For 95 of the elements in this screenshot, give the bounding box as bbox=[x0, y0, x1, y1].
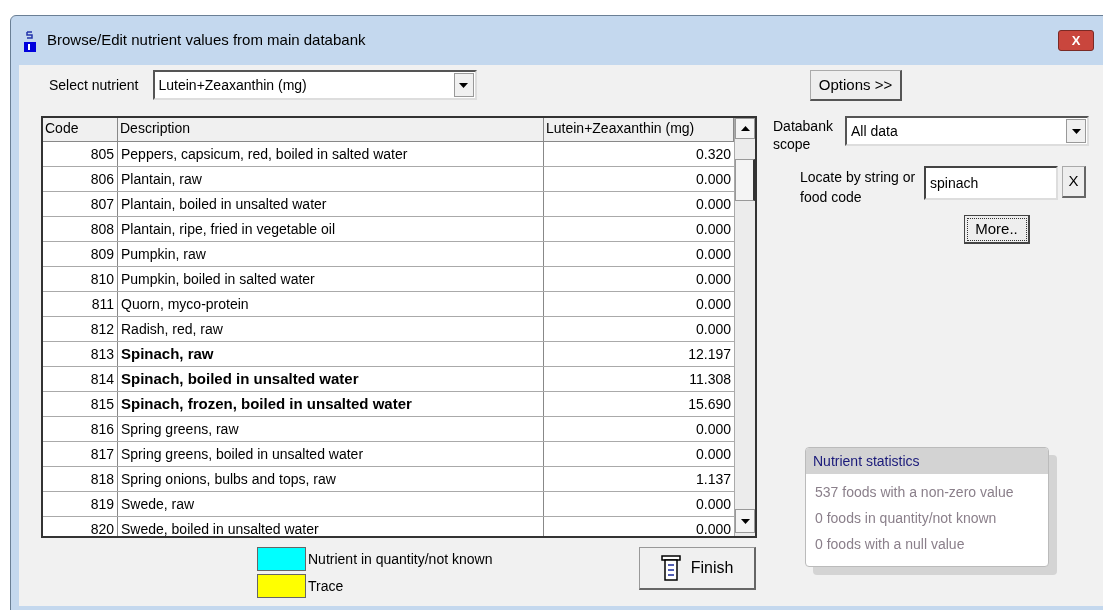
table-cell: 816 bbox=[43, 417, 118, 441]
table-cell: Pumpkin, boiled in salted water bbox=[118, 267, 544, 291]
legend-label: Nutrient in quantity/not known bbox=[308, 549, 493, 569]
column-header[interactable]: Description bbox=[118, 118, 544, 141]
table-cell: Swede, raw bbox=[118, 492, 544, 516]
table-cell-text: 1.137 bbox=[694, 470, 732, 489]
table-cell-text: 15.690 bbox=[687, 395, 732, 414]
app-icon bbox=[23, 30, 37, 53]
table-row[interactable]: 819 Swede, raw 0.000 bbox=[43, 492, 734, 517]
down-arrow-icon bbox=[459, 82, 468, 88]
table-cell-text: 12.197 bbox=[687, 345, 732, 364]
table-cell: Spinach, boiled in unsalted water bbox=[118, 367, 544, 391]
table-cell: 808 bbox=[43, 217, 118, 241]
table-cell: Plantain, boiled in unsalted water bbox=[118, 192, 544, 216]
dropdown-button[interactable] bbox=[453, 73, 474, 97]
table-cell-text: 0.000 bbox=[694, 495, 732, 514]
table-cell: Pumpkin, raw bbox=[118, 242, 544, 266]
scroll-up-button[interactable] bbox=[735, 118, 755, 139]
table-cell: 815 bbox=[43, 392, 118, 416]
column-header[interactable]: Code bbox=[43, 118, 118, 141]
close-button[interactable]: X bbox=[1058, 30, 1094, 51]
table-cell: 809 bbox=[43, 242, 118, 266]
table-cell: 813 bbox=[43, 342, 118, 366]
table-cell: Radish, red, raw bbox=[118, 317, 544, 341]
down-arrow-icon bbox=[1071, 128, 1081, 134]
table-cell: Quorn, myco-protein bbox=[118, 292, 544, 316]
table-cell: Spring onions, bulbs and tops, raw bbox=[118, 467, 544, 491]
scrollbar[interactable] bbox=[734, 118, 755, 536]
table-row[interactable]: 807 Plantain, boiled in unsalted water 0.000 bbox=[43, 192, 734, 217]
table-cell-text: 0.000 bbox=[694, 420, 732, 439]
table-cell: 812 bbox=[43, 317, 118, 341]
table-cell: Spinach, raw bbox=[118, 342, 544, 366]
clear-button[interactable]: X bbox=[1062, 166, 1086, 198]
table-row[interactable]: 817 Spring greens, boiled in unsalted water 0.000 bbox=[43, 442, 734, 467]
table-cell: Swede, boiled in unsalted water bbox=[118, 517, 544, 536]
table-cell: Spring greens, boiled in unsalted water bbox=[118, 442, 544, 466]
table-row[interactable]: 809 Pumpkin, raw 0.000 bbox=[43, 242, 734, 267]
scope-select[interactable]: All data bbox=[845, 116, 1089, 146]
table-cell-text: 0.000 bbox=[694, 320, 732, 339]
table-cell-text: 0.000 bbox=[694, 245, 732, 264]
nutrient-select[interactable]: Lutein+Zeaxanthin (mg) bbox=[152, 70, 477, 100]
table-row[interactable]: 816 Spring greens, raw 0.000 bbox=[43, 417, 734, 442]
field-label: Databank scope bbox=[773, 117, 834, 153]
table-cell: Plantain, ripe, fried in vegetable oil bbox=[118, 217, 544, 241]
table-cell-text: 0.000 bbox=[694, 445, 732, 464]
more-button[interactable]: More.. bbox=[964, 215, 1030, 244]
table-row[interactable]: 806 Plantain, raw 0.000 bbox=[43, 167, 734, 192]
table-row[interactable]: 810 Pumpkin, boiled in salted water 0.000 bbox=[43, 267, 734, 292]
statistic-text: 0 foods with a null value bbox=[815, 535, 966, 554]
table-row[interactable]: 814 Spinach, boiled in unsalted water 11.308 bbox=[43, 367, 734, 392]
statistic-text: 537 foods with a non-zero value bbox=[815, 483, 1015, 502]
legend-label: Trace bbox=[308, 576, 344, 596]
table-cell: Spinach, frozen, boiled in unsalted water bbox=[118, 392, 544, 416]
table-row[interactable]: 818 Spring onions, bulbs and tops, raw 1.137 bbox=[43, 467, 734, 492]
table-cell: 807 bbox=[43, 192, 118, 216]
up-arrow-icon bbox=[740, 126, 750, 131]
table-row[interactable]: 813 Spinach, raw 12.197 bbox=[43, 342, 734, 367]
search-field[interactable]: spinach bbox=[924, 166, 1058, 200]
window-title: Browse/Edit nutrient values from main databank bbox=[47, 30, 366, 51]
panel-header: Nutrient statistics bbox=[806, 448, 1048, 474]
table-row[interactable]: 808 Plantain, ripe, fried in vegetable oil 0.000 bbox=[43, 217, 734, 242]
table-cell-text: 0.000 bbox=[694, 520, 732, 536]
table-cell: 806 bbox=[43, 167, 118, 191]
field-label: Select nutrient bbox=[49, 75, 139, 95]
table-cell-text: 0.000 bbox=[694, 295, 732, 314]
table-row[interactable]: 811 Quorn, myco-protein 0.000 bbox=[43, 292, 734, 317]
table-cell-text: 0.000 bbox=[694, 270, 732, 289]
table-cell: 818 bbox=[43, 467, 118, 491]
scroll-down-button[interactable] bbox=[735, 509, 755, 533]
options-button[interactable]: Options >> bbox=[810, 70, 902, 101]
dropdown-button[interactable] bbox=[1066, 119, 1086, 143]
table-cell-text: 0.320 bbox=[694, 145, 732, 164]
table-cell: 820 bbox=[43, 517, 118, 536]
table-cell-text: 0.000 bbox=[694, 195, 732, 214]
table-cell: 810 bbox=[43, 267, 118, 291]
down-arrow-icon bbox=[740, 518, 750, 524]
table-cell: Plantain, raw bbox=[118, 167, 544, 191]
table-cell: 817 bbox=[43, 442, 118, 466]
scroll-thumb[interactable] bbox=[735, 159, 755, 201]
field-label: Locate by string or food code bbox=[800, 168, 917, 207]
table-cell-text: 11.308 bbox=[688, 370, 732, 389]
table-cell: Peppers, capsicum, red, boiled in salted water bbox=[118, 142, 544, 166]
table-cell: 811 bbox=[43, 292, 118, 316]
table-row[interactable]: 805 Peppers, capsicum, red, boiled in salted water 0.320 bbox=[43, 142, 734, 167]
table-cell-text: 0.000 bbox=[694, 170, 732, 189]
table-cell-text: 0.000 bbox=[694, 220, 732, 239]
table-cell: 814 bbox=[43, 367, 118, 391]
table-row[interactable]: 812 Radish, red, raw 0.000 bbox=[43, 317, 734, 342]
table-row[interactable]: 815 Spinach, frozen, boiled in unsalted water 15.690 bbox=[43, 392, 734, 417]
document-icon bbox=[660, 555, 681, 581]
table-cell: 805 bbox=[43, 142, 118, 166]
statistic-text: 0 foods in quantity/not known bbox=[815, 509, 998, 528]
table-cell: 819 bbox=[43, 492, 118, 516]
table-cell: Spring greens, raw bbox=[118, 417, 544, 441]
finish-button[interactable]: Finish bbox=[639, 547, 756, 590]
